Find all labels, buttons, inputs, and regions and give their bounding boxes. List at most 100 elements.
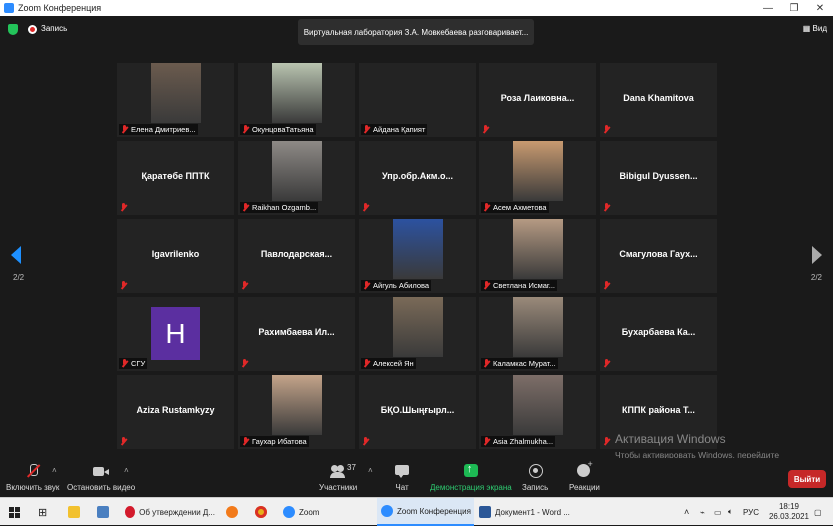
system-clock[interactable]: 18:19 26.03.2021	[769, 502, 809, 522]
participant-name-label: ОкунцоваТатьяна	[240, 124, 316, 135]
windows-taskbar: ⊞ Об утверждении Д... Zoom Zoom Конферен…	[0, 497, 833, 526]
participant-tile[interactable]: Бухарбаева Ка...	[600, 297, 717, 371]
chat-button[interactable]: Чат	[394, 458, 410, 495]
participant-tile[interactable]: ОкунцоваТатьяна	[238, 63, 355, 137]
participant-video	[393, 219, 443, 279]
task-view-icon: ⊞	[38, 506, 48, 519]
network-icon[interactable]: ⌁	[700, 498, 705, 526]
participant-tile[interactable]: Raikhan Ozgamb...	[238, 141, 355, 215]
view-button-label: Вид	[812, 24, 827, 33]
participant-avatar: H	[151, 307, 200, 360]
system-tray-box-icon[interactable]: ▭	[714, 498, 722, 526]
muted-mic-icon	[363, 125, 370, 134]
participant-name-label: Гаухар Ибатова	[240, 436, 309, 447]
participant-tile[interactable]: БҚО.Шыңғырл...	[359, 375, 476, 449]
muted-mic-icon	[483, 203, 490, 212]
opera-taskbar-item[interactable]: Об утверждении Д...	[125, 498, 215, 526]
monitor-taskbar-button[interactable]	[97, 498, 113, 526]
participant-tile[interactable]: Igavrilenko	[117, 219, 234, 293]
participant-name: Aziza Rustamkyzy	[136, 405, 215, 415]
chat-bubble-icon	[394, 464, 410, 478]
muted-mic-icon	[241, 359, 248, 368]
muted-mic-icon	[603, 125, 610, 134]
participant-tile[interactable]: Асем Ахметова	[479, 141, 596, 215]
participant-name: Елена Дмитриев...	[131, 125, 196, 134]
participant-tile[interactable]: Aziza Rustamkyzy	[117, 375, 234, 449]
reactions-button[interactable]: Реакции	[569, 458, 600, 495]
next-page-arrow-icon[interactable]	[812, 246, 822, 264]
stop-video-button[interactable]: Остановить видео	[67, 458, 135, 495]
word-taskbar-item[interactable]: Документ1 - Word ...	[479, 498, 573, 526]
notifications-icon[interactable]: ▢	[814, 498, 822, 526]
chrome-taskbar-button[interactable]	[255, 498, 271, 526]
opera-item-label: Об утверждении Д...	[139, 507, 215, 517]
participant-tile[interactable]: Asia Zhalmukha...	[479, 375, 596, 449]
participant-tile[interactable]: Dana Khamitova	[600, 63, 717, 137]
restore-button[interactable]: ❐	[781, 0, 807, 16]
recording-label: Запись	[41, 24, 68, 33]
language-indicator[interactable]: РУС	[743, 498, 759, 526]
unmute-button[interactable]: Включить звук	[6, 458, 59, 495]
close-button[interactable]: ✕	[807, 0, 833, 16]
participant-name: КППК района Т...	[622, 405, 695, 415]
previous-page-arrow-icon[interactable]	[11, 246, 21, 264]
grid-icon: ▦	[802, 24, 813, 33]
participant-tile[interactable]: Роза Лаиковна...	[479, 63, 596, 137]
word-item-label: Документ1 - Word ...	[495, 507, 570, 517]
participant-tile[interactable]: H СГУ	[117, 297, 234, 371]
chrome-icon	[255, 506, 267, 518]
participant-name-label: Айдана Қапият	[361, 124, 428, 135]
leave-meeting-button[interactable]: Выйти	[788, 470, 826, 488]
muted-mic-icon	[242, 203, 249, 212]
participant-tile[interactable]: Упр.обр.Акм.о...	[359, 141, 476, 215]
participant-video	[272, 63, 322, 123]
participant-tile[interactable]: Светлана Исмаг...	[479, 219, 596, 293]
participant-tile[interactable]: Bibigul Dyussen...	[600, 141, 717, 215]
participant-tile[interactable]: Елена Дмитриев...	[117, 63, 234, 137]
muted-mic-icon	[362, 203, 369, 212]
view-button[interactable]: ▦ Вид	[803, 24, 827, 33]
video-options-caret-icon[interactable]: ˄	[124, 466, 129, 475]
participant-tile[interactable]: Қаратөбе ППТК	[117, 141, 234, 215]
muted-mic-icon	[483, 281, 490, 290]
participant-name: Bibigul Dyussen...	[619, 171, 698, 181]
participant-tile[interactable]: Алексей Ян	[359, 297, 476, 371]
muted-mic-icon	[242, 125, 249, 134]
microphone-muted-icon	[25, 464, 41, 478]
audio-options-caret-icon[interactable]: ˄	[52, 466, 57, 475]
opera-browser-icon	[125, 506, 136, 518]
start-button[interactable]	[9, 498, 20, 526]
participants-options-caret-icon[interactable]: ˄	[368, 466, 373, 475]
participant-name: ОкунцоваТатьяна	[252, 125, 314, 134]
participants-icon	[330, 464, 346, 478]
participant-tile[interactable]: Павлодарская...	[238, 219, 355, 293]
participant-tile[interactable]: Рахимбаева Ил...	[238, 297, 355, 371]
participant-video	[393, 297, 443, 357]
volume-icon[interactable]: 🔈︎	[728, 498, 733, 526]
participant-name: Гаухар Ибатова	[252, 437, 307, 446]
zoom-icon	[283, 506, 295, 518]
participant-name: Asia Zhalmukha...	[493, 437, 554, 446]
security-shield-icon[interactable]	[8, 24, 18, 35]
participant-tile[interactable]: Смагулова Гаух...	[600, 219, 717, 293]
zoom-taskbar-item[interactable]: Zoom	[283, 498, 369, 526]
participant-tile[interactable]: Гаухар Ибатова	[238, 375, 355, 449]
participant-tile[interactable]: Каламкас Мурат...	[479, 297, 596, 371]
record-button[interactable]: Запись	[522, 458, 548, 495]
share-screen-button[interactable]: Демонстрация экрана	[430, 458, 512, 495]
explorer-taskbar-button[interactable]	[68, 498, 84, 526]
firefox-taskbar-button[interactable]	[226, 498, 242, 526]
share-screen-label: Демонстрация экрана	[430, 483, 512, 492]
participant-name-label: Айгуль Абилова	[361, 280, 432, 291]
zoom-conference-taskbar-item[interactable]: Zoom Конференция	[377, 498, 474, 526]
participant-tile[interactable]: Айгуль Абилова	[359, 219, 476, 293]
task-view-button[interactable]: ⊞	[38, 498, 47, 526]
folder-icon	[68, 506, 80, 518]
tray-overflow-caret-icon[interactable]: ˄	[684, 498, 689, 526]
recording-icon	[28, 25, 37, 34]
participant-name: БҚО.Шыңғырл...	[380, 405, 455, 415]
minimize-button[interactable]: —	[755, 0, 781, 16]
video-camera-icon	[93, 464, 110, 478]
participant-tile[interactable]: Айдана Қапият	[359, 63, 476, 137]
clock-time: 18:19	[778, 502, 799, 511]
